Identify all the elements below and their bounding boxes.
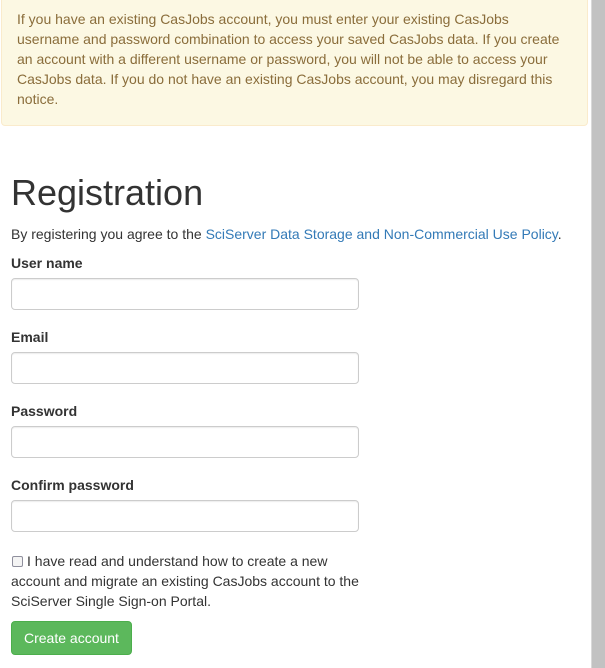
scrollbar-gap xyxy=(588,0,591,668)
page-title: Registration xyxy=(11,172,204,213)
vertical-scrollbar[interactable] xyxy=(588,0,605,668)
email-label: Email xyxy=(11,329,49,345)
confirm-password-label: Confirm password xyxy=(11,477,134,493)
scrollbar-thumb[interactable] xyxy=(592,0,605,668)
policy-agreement: By registering you agree to the SciServe… xyxy=(11,224,562,244)
confirm-password-input[interactable] xyxy=(11,500,359,532)
username-label: User name xyxy=(11,255,83,271)
migrate-checkbox[interactable] xyxy=(12,556,23,567)
casjobs-notice: If you have an existing CasJobs account,… xyxy=(1,0,588,126)
create-account-button[interactable]: Create account xyxy=(11,621,132,655)
email-input[interactable] xyxy=(11,352,359,384)
password-label: Password xyxy=(11,403,78,419)
agreement-suffix: . xyxy=(557,226,562,242)
registration-page: If you have an existing CasJobs account,… xyxy=(0,0,605,668)
password-input[interactable] xyxy=(11,426,359,458)
migrate-checkbox-row: I have read and understand how to create… xyxy=(11,551,371,611)
notice-text: If you have an existing CasJobs account,… xyxy=(17,11,560,107)
username-input[interactable] xyxy=(11,278,359,310)
migrate-checkbox-label[interactable]: I have read and understand how to create… xyxy=(11,553,359,609)
main-content: If you have an existing CasJobs account,… xyxy=(0,0,588,668)
agreement-text: By registering you agree to the xyxy=(11,226,206,242)
policy-link[interactable]: SciServer Data Storage and Non-Commercia… xyxy=(206,226,558,242)
